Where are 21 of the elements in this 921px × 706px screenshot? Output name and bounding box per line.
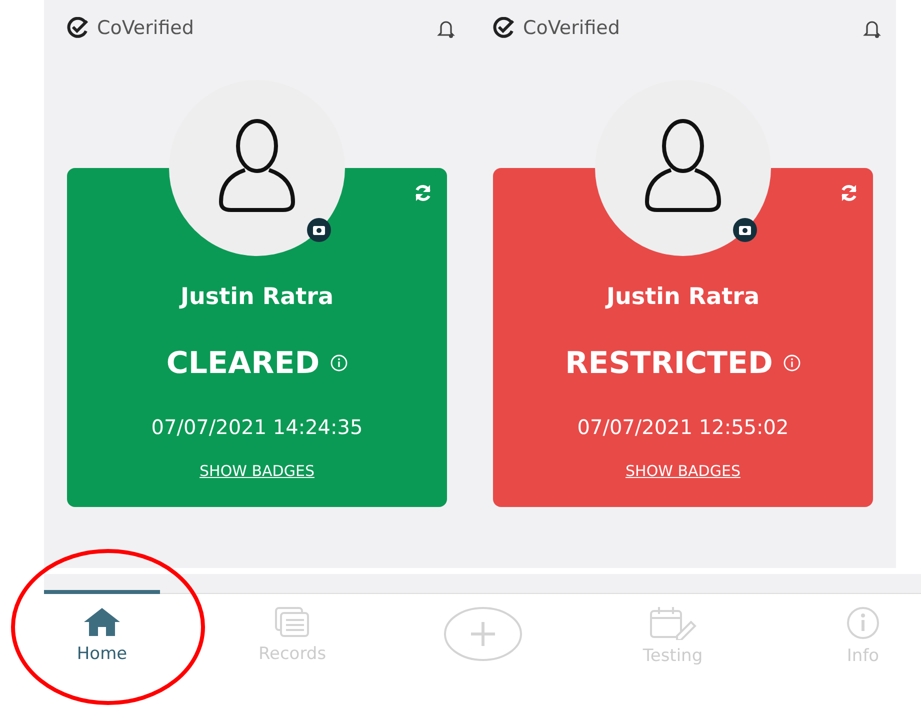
app-brand-name: CoVerified [523, 16, 620, 41]
person-name: Justin Ratra [604, 283, 760, 312]
camera-icon[interactable] [307, 218, 331, 242]
person-name: Justin Ratra [178, 283, 334, 312]
info-icon [845, 606, 881, 640]
timestamp: 07/07/2021 12:55:02 [576, 414, 790, 440]
app-brand-name: CoVerified [97, 16, 194, 41]
info-icon[interactable] [782, 354, 801, 372]
info-icon[interactable] [330, 354, 348, 372]
camera-icon[interactable] [733, 218, 757, 242]
add-icon [442, 606, 522, 662]
status-label: CLEARED [166, 344, 320, 382]
home-icon [82, 606, 122, 638]
checkmark-logo-icon [67, 17, 89, 39]
show-badges-link[interactable]: SHOW BADGES [200, 460, 314, 482]
documents-icon [274, 606, 310, 638]
status-label: RESTRICTED [565, 344, 773, 382]
calendar-pen-icon [648, 606, 697, 640]
timestamp: 07/07/2021 14:24:35 [150, 414, 364, 440]
show-badges-link[interactable]: SHOW BADGES [626, 460, 740, 482]
checkmark-logo-icon [493, 17, 515, 39]
